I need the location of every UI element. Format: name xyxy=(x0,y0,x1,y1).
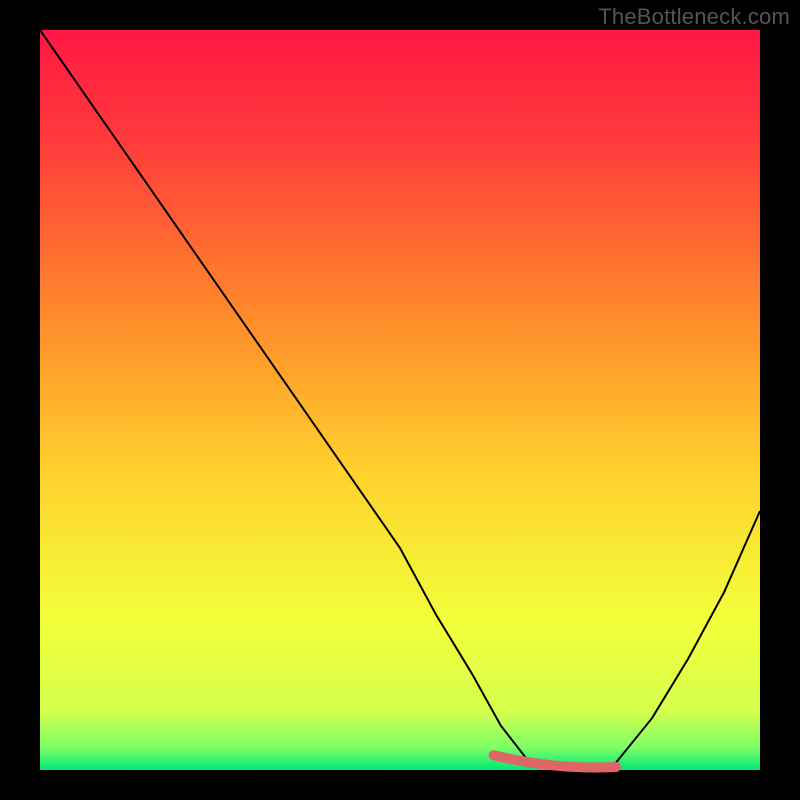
watermark-label: TheBottleneck.com xyxy=(598,4,790,30)
bottleneck-chart xyxy=(0,0,800,800)
chart-container: TheBottleneck.com xyxy=(0,0,800,800)
plot-background xyxy=(40,30,760,770)
